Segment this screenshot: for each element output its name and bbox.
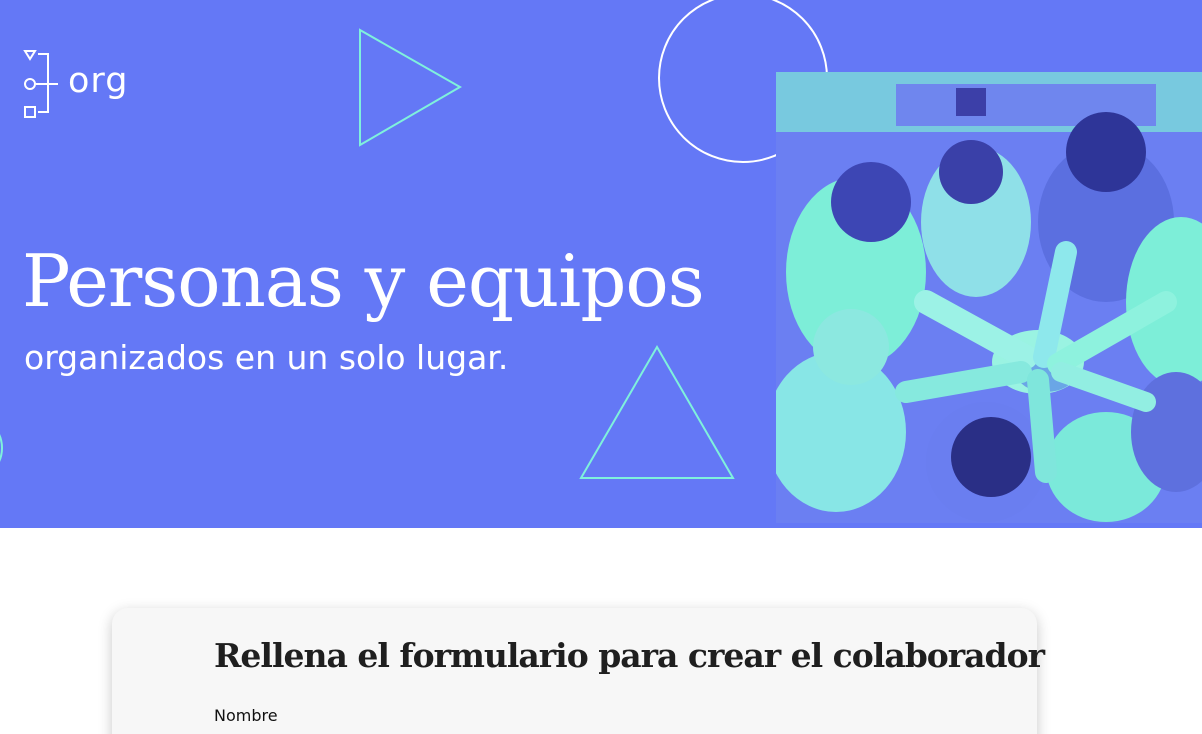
hero-subtitle: organizados en un solo lugar.	[24, 338, 509, 377]
org-chart-logo-icon	[23, 50, 58, 118]
triangle-right-outline-icon	[359, 28, 463, 147]
logo-wordmark: org	[68, 61, 129, 101]
create-collaborator-form: Rellena el formulario para crear el cola…	[112, 608, 1045, 734]
field-label-nombre: Nombre	[214, 706, 278, 725]
hero-title: Personas y equipos	[22, 239, 705, 323]
triangle-up-outline-icon	[579, 345, 735, 479]
team-photo-illustration	[776, 72, 1202, 523]
team-hands-photo	[776, 72, 1202, 523]
partial-circle-outline-icon	[0, 434, 3, 462]
org-logo[interactable]: org	[22, 46, 162, 122]
form-title: Rellena el formulario para crear el cola…	[214, 636, 1045, 675]
hero-banner: org Personas y equipos organizados en un…	[0, 0, 1202, 528]
